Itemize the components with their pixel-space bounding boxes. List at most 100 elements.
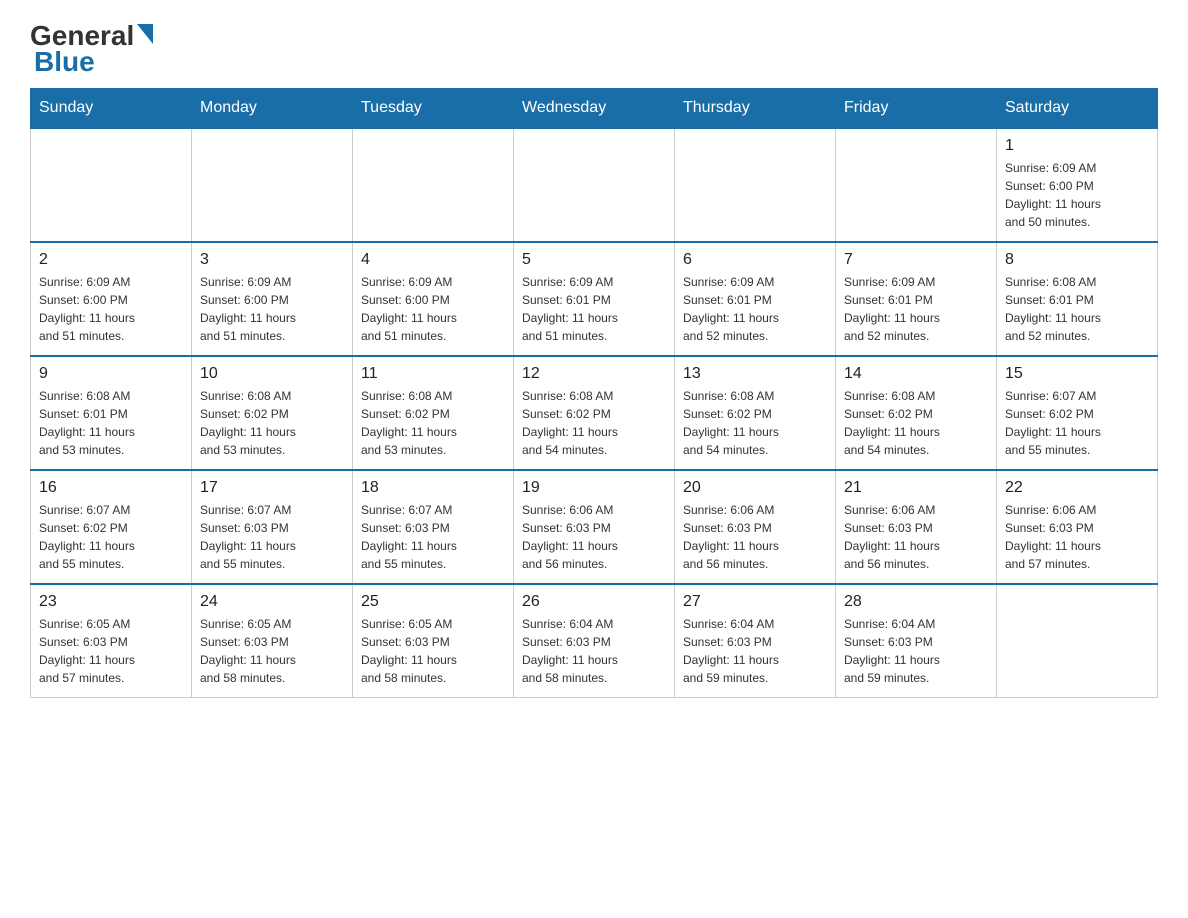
day-info: Sunrise: 6:05 AM Sunset: 6:03 PM Dayligh… [361,615,505,687]
weekday-header-sunday: Sunday [31,89,192,129]
day-info: Sunrise: 6:05 AM Sunset: 6:03 PM Dayligh… [39,615,183,687]
day-info: Sunrise: 6:07 AM Sunset: 6:02 PM Dayligh… [1005,387,1149,459]
weekday-header-saturday: Saturday [997,89,1158,129]
day-number: 8 [1005,251,1149,269]
calendar-cell: 15 Sunrise: 6:07 AM Sunset: 6:02 PM Dayli… [997,356,1158,470]
day-info: Sunrise: 6:07 AM Sunset: 6:03 PM Dayligh… [361,501,505,573]
day-number: 10 [200,365,344,383]
day-info: Sunrise: 6:08 AM Sunset: 6:02 PM Dayligh… [361,387,505,459]
logo-triangle-icon [137,24,153,44]
calendar-cell [514,128,675,242]
day-number: 3 [200,251,344,269]
weekday-header-friday: Friday [836,89,997,129]
day-info: Sunrise: 6:06 AM Sunset: 6:03 PM Dayligh… [844,501,988,573]
day-number: 20 [683,479,827,497]
day-number: 11 [361,365,505,383]
day-info: Sunrise: 6:09 AM Sunset: 6:01 PM Dayligh… [522,273,666,345]
day-number: 21 [844,479,988,497]
day-number: 1 [1005,137,1149,155]
calendar-cell: 18 Sunrise: 6:07 AM Sunset: 6:03 PM Dayli… [353,470,514,584]
weekday-header-tuesday: Tuesday [353,89,514,129]
calendar-cell [836,128,997,242]
calendar-cell: 26 Sunrise: 6:04 AM Sunset: 6:03 PM Dayli… [514,584,675,698]
day-info: Sunrise: 6:09 AM Sunset: 6:01 PM Dayligh… [844,273,988,345]
calendar-table: SundayMondayTuesdayWednesdayThursdayFrid… [30,88,1158,698]
calendar-cell: 2Sunrise: 6:09 AM Sunset: 6:00 PM Daylig… [31,242,192,356]
calendar-cell: 13 Sunrise: 6:08 AM Sunset: 6:02 PM Dayli… [675,356,836,470]
calendar-cell: 11 Sunrise: 6:08 AM Sunset: 6:02 PM Dayli… [353,356,514,470]
day-number: 5 [522,251,666,269]
calendar-cell: 4 Sunrise: 6:09 AM Sunset: 6:00 PM Daylig… [353,242,514,356]
day-info: Sunrise: 6:09 AM Sunset: 6:00 PM Dayligh… [200,273,344,345]
day-info: Sunrise: 6:04 AM Sunset: 6:03 PM Dayligh… [844,615,988,687]
weekday-header-monday: Monday [192,89,353,129]
day-number: 4 [361,251,505,269]
calendar-cell: 24 Sunrise: 6:05 AM Sunset: 6:03 PM Dayli… [192,584,353,698]
calendar-cell: 17 Sunrise: 6:07 AM Sunset: 6:03 PM Dayli… [192,470,353,584]
day-number: 13 [683,365,827,383]
day-number: 15 [1005,365,1149,383]
calendar-cell: 20 Sunrise: 6:06 AM Sunset: 6:03 PM Dayli… [675,470,836,584]
day-number: 16 [39,479,183,497]
calendar-cell: 10 Sunrise: 6:08 AM Sunset: 6:02 PM Dayli… [192,356,353,470]
day-number: 22 [1005,479,1149,497]
day-info: Sunrise: 6:06 AM Sunset: 6:03 PM Dayligh… [522,501,666,573]
day-number: 6 [683,251,827,269]
day-number: 24 [200,593,344,611]
calendar-cell: 22Sunrise: 6:06 AM Sunset: 6:03 PM Dayli… [997,470,1158,584]
day-info: Sunrise: 6:08 AM Sunset: 6:01 PM Dayligh… [1005,273,1149,345]
day-info: Sunrise: 6:08 AM Sunset: 6:01 PM Dayligh… [39,387,183,459]
day-number: 14 [844,365,988,383]
day-info: Sunrise: 6:09 AM Sunset: 6:00 PM Dayligh… [361,273,505,345]
day-number: 17 [200,479,344,497]
day-number: 28 [844,593,988,611]
calendar-week-row: 9 Sunrise: 6:08 AM Sunset: 6:01 PM Daylig… [31,356,1158,470]
calendar-cell: 6 Sunrise: 6:09 AM Sunset: 6:01 PM Daylig… [675,242,836,356]
day-info: Sunrise: 6:08 AM Sunset: 6:02 PM Dayligh… [522,387,666,459]
logo-blue-text: Blue [34,46,95,77]
day-number: 19 [522,479,666,497]
calendar-week-row: 2Sunrise: 6:09 AM Sunset: 6:00 PM Daylig… [31,242,1158,356]
weekday-header-thursday: Thursday [675,89,836,129]
calendar-cell [353,128,514,242]
day-number: 12 [522,365,666,383]
weekday-header-row: SundayMondayTuesdayWednesdayThursdayFrid… [31,89,1158,129]
day-number: 9 [39,365,183,383]
day-number: 27 [683,593,827,611]
calendar-cell: 19 Sunrise: 6:06 AM Sunset: 6:03 PM Dayli… [514,470,675,584]
weekday-header-wednesday: Wednesday [514,89,675,129]
day-number: 7 [844,251,988,269]
calendar-cell: 28 Sunrise: 6:04 AM Sunset: 6:03 PM Dayli… [836,584,997,698]
day-info: Sunrise: 6:08 AM Sunset: 6:02 PM Dayligh… [683,387,827,459]
day-info: Sunrise: 6:09 AM Sunset: 6:00 PM Dayligh… [1005,159,1149,231]
calendar-cell: 7 Sunrise: 6:09 AM Sunset: 6:01 PM Daylig… [836,242,997,356]
calendar-cell: 5 Sunrise: 6:09 AM Sunset: 6:01 PM Daylig… [514,242,675,356]
calendar-week-row: 1 Sunrise: 6:09 AM Sunset: 6:00 PM Daylig… [31,128,1158,242]
day-number: 25 [361,593,505,611]
day-info: Sunrise: 6:07 AM Sunset: 6:03 PM Dayligh… [200,501,344,573]
day-info: Sunrise: 6:08 AM Sunset: 6:02 PM Dayligh… [844,387,988,459]
calendar-cell: 12 Sunrise: 6:08 AM Sunset: 6:02 PM Dayli… [514,356,675,470]
day-number: 18 [361,479,505,497]
day-number: 23 [39,593,183,611]
calendar-cell [192,128,353,242]
calendar-cell: 16Sunrise: 6:07 AM Sunset: 6:02 PM Dayli… [31,470,192,584]
day-number: 26 [522,593,666,611]
calendar-cell: 3 Sunrise: 6:09 AM Sunset: 6:00 PM Daylig… [192,242,353,356]
calendar-cell: 25 Sunrise: 6:05 AM Sunset: 6:03 PM Dayli… [353,584,514,698]
day-info: Sunrise: 6:08 AM Sunset: 6:02 PM Dayligh… [200,387,344,459]
calendar-cell: 1 Sunrise: 6:09 AM Sunset: 6:00 PM Daylig… [997,128,1158,242]
day-info: Sunrise: 6:05 AM Sunset: 6:03 PM Dayligh… [200,615,344,687]
calendar-week-row: 23 Sunrise: 6:05 AM Sunset: 6:03 PM Dayli… [31,584,1158,698]
day-info: Sunrise: 6:09 AM Sunset: 6:01 PM Dayligh… [683,273,827,345]
calendar-cell: 8 Sunrise: 6:08 AM Sunset: 6:01 PM Daylig… [997,242,1158,356]
day-info: Sunrise: 6:09 AM Sunset: 6:00 PM Dayligh… [39,273,183,345]
calendar-cell: 27 Sunrise: 6:04 AM Sunset: 6:03 PM Dayli… [675,584,836,698]
logo: General Blue [30,20,153,78]
day-info: Sunrise: 6:06 AM Sunset: 6:03 PM Dayligh… [683,501,827,573]
day-info: Sunrise: 6:04 AM Sunset: 6:03 PM Dayligh… [522,615,666,687]
calendar-cell: 9 Sunrise: 6:08 AM Sunset: 6:01 PM Daylig… [31,356,192,470]
calendar-cell [997,584,1158,698]
calendar-week-row: 16Sunrise: 6:07 AM Sunset: 6:02 PM Dayli… [31,470,1158,584]
day-info: Sunrise: 6:04 AM Sunset: 6:03 PM Dayligh… [683,615,827,687]
